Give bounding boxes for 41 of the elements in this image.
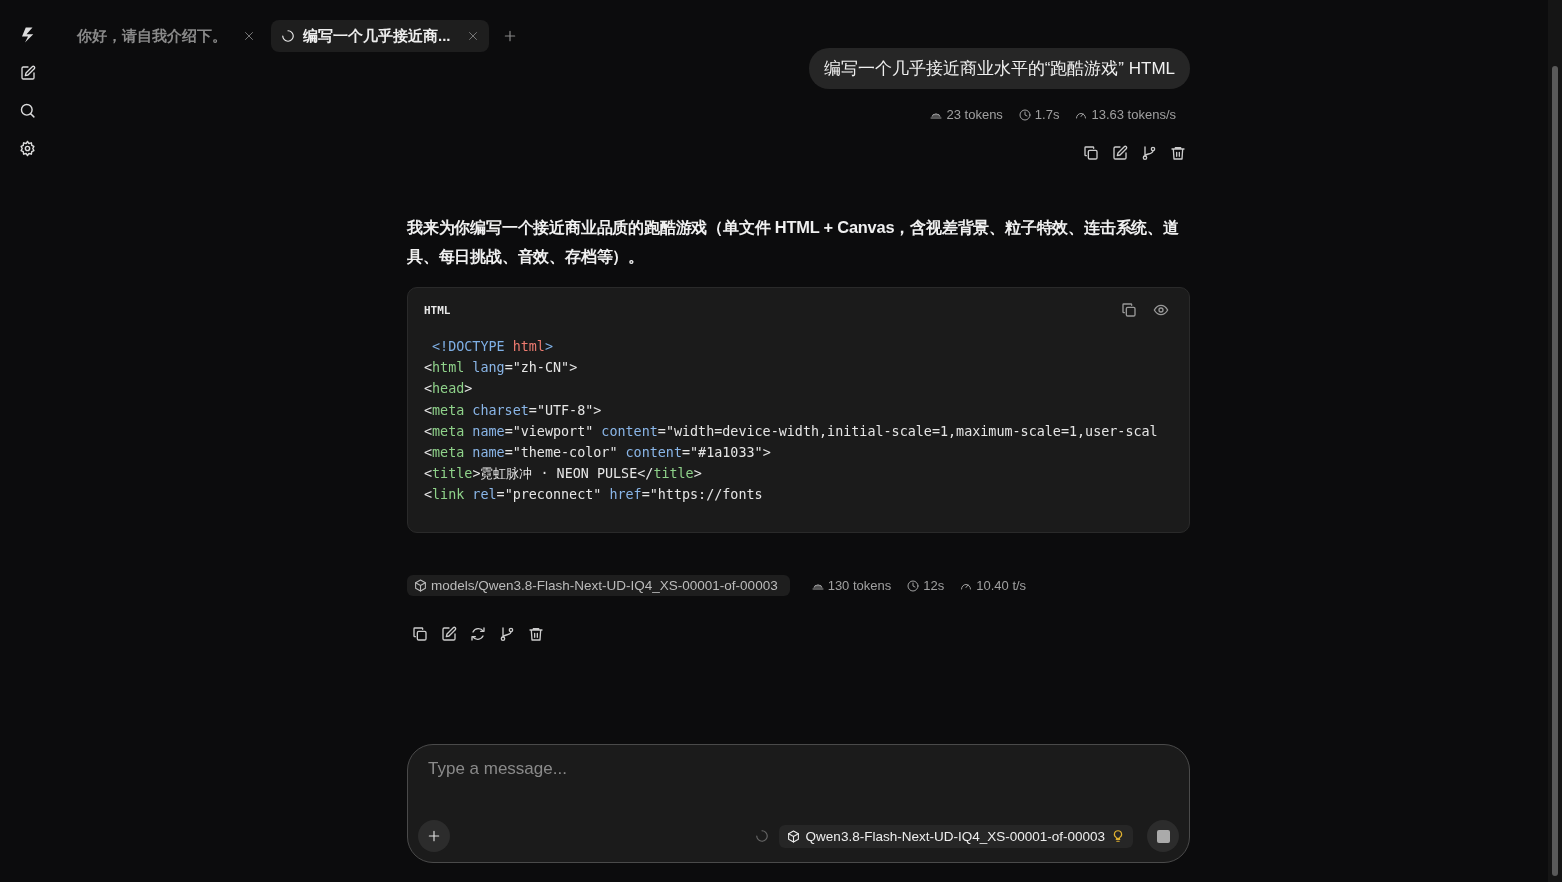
copy-button[interactable] [1121, 302, 1137, 318]
branch-button[interactable] [1141, 145, 1157, 161]
preview-button[interactable] [1153, 302, 1169, 318]
plus-icon [427, 829, 441, 843]
stat-text: 12s [923, 578, 945, 593]
stat-text: 13.63 tokens/s [1091, 107, 1176, 122]
stop-button[interactable] [1147, 820, 1179, 852]
lightbulb-icon [1111, 829, 1125, 843]
clock-icon [907, 579, 920, 592]
stat-text: 23 tokens [946, 107, 1003, 122]
settings-button[interactable] [19, 140, 36, 157]
new-chat-button[interactable] [19, 65, 36, 81]
chat-tab[interactable]: 你好，请自我介绍下。 [67, 20, 265, 52]
delete-button[interactable] [528, 626, 544, 642]
delete-button[interactable] [1170, 145, 1186, 161]
message-input[interactable]: Type a message... [428, 759, 1179, 779]
cube-icon [414, 579, 427, 592]
edit-button[interactable] [1112, 145, 1128, 161]
chat-tab[interactable]: 编写一个几乎接近商... [271, 20, 489, 52]
copy-button[interactable] [412, 626, 428, 642]
copy-button[interactable] [1083, 145, 1099, 161]
user-message: 编写一个几乎接近商业水平的“跑酷游戏” HTML [808, 48, 1190, 89]
model-selector[interactable]: Qwen3.8-Flash-Next-UD-IQ4_XS-00001-of-00003 [778, 824, 1133, 848]
branch-button[interactable] [499, 626, 515, 642]
code-text: <!DOCTYPE html> <html lang="zh-CN"> <head> <meta charset="UTF-8"> <meta name="viewport" content="width=device-width,initial-scale=1,maximum-scale=1,user-scal <meta name="theme-color" content="#1a1033"> <title>霓虹脉冲 · NEON PULSE</title> <link rel="preconnect" href="https://fonts [424, 338, 1159, 505]
scrollbar-thumb[interactable] [1552, 66, 1558, 876]
stat-text: 1.7s [1034, 107, 1060, 122]
regenerate-button[interactable] [470, 626, 486, 642]
stat-text: 130 tokens [827, 578, 892, 593]
attach-button[interactable] [418, 820, 450, 852]
cube-icon [786, 829, 800, 843]
new-tab-button[interactable] [502, 29, 517, 43]
loading-icon [754, 829, 769, 843]
code-language: HTML [424, 303, 452, 317]
assistant-message: 我来为你编写一个接近商业品质的跑酷游戏（单文件 HTML + Canvas，含视差背景、粒子特效、连击系统、道具、每日挑战、音效、存档等）。 [407, 217, 1180, 267]
clock-icon [1018, 108, 1031, 121]
search-button[interactable] [19, 102, 36, 119]
edit-button[interactable] [441, 626, 457, 642]
stat-text: 10.40 t/s [976, 578, 1027, 593]
model-name: models/Qwen3.8-Flash-Next-UD-IQ4_XS-00001-of-00003 [431, 578, 778, 593]
loading-icon [281, 29, 295, 43]
